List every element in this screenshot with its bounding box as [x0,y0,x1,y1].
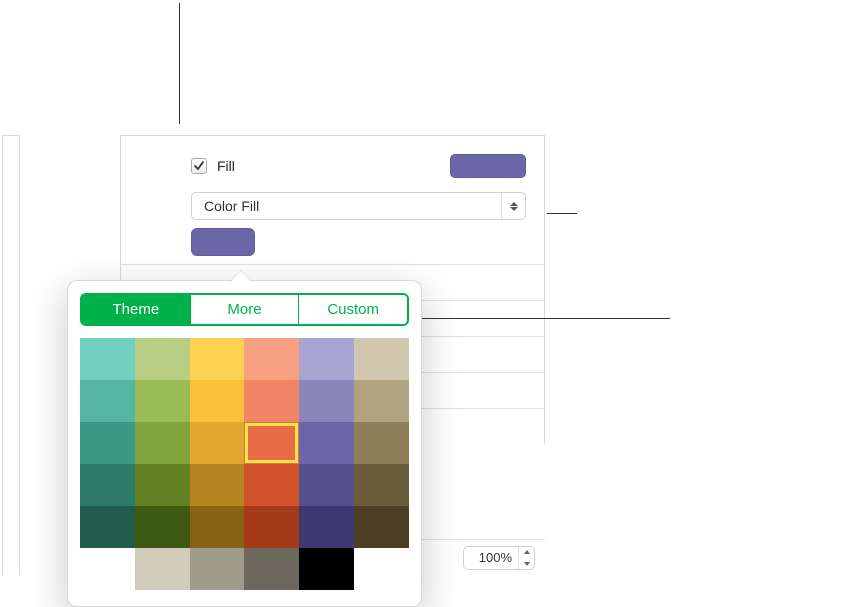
color-swatch[interactable] [135,548,190,590]
color-swatch[interactable] [135,506,190,548]
color-swatch[interactable] [190,506,245,548]
color-swatch[interactable] [190,464,245,506]
color-swatch[interactable] [190,422,245,464]
fill-row: Fill [121,136,544,186]
chevron-updown-icon [501,193,525,219]
color-swatch[interactable] [80,464,135,506]
color-popover: Theme More Custom [67,280,422,607]
fill-type-value: Color Fill [204,198,259,214]
color-swatch[interactable] [299,464,354,506]
color-swatch[interactable] [80,380,135,422]
fill-label: Fill [217,158,235,174]
color-popover-tabs: Theme More Custom [80,293,409,326]
tab-more[interactable]: More [190,295,299,324]
color-swatch[interactable] [244,464,299,506]
tab-custom[interactable]: Custom [298,295,407,324]
checkmark-icon [193,160,205,172]
color-swatch[interactable] [80,338,135,380]
color-swatch[interactable] [135,464,190,506]
color-swatch-grid [80,338,409,590]
color-swatch[interactable] [80,548,135,590]
color-swatch[interactable] [299,338,354,380]
callout-line [547,213,577,214]
zoom-stepper[interactable] [518,546,534,570]
color-swatch[interactable] [244,380,299,422]
color-swatch[interactable] [190,338,245,380]
color-swatch[interactable] [135,338,190,380]
color-swatch[interactable] [299,380,354,422]
color-swatch[interactable] [354,422,409,464]
scroll-gutter [2,135,20,575]
fill-checkbox[interactable] [191,158,207,174]
color-swatch[interactable] [135,422,190,464]
color-swatch[interactable] [244,422,299,464]
color-swatch[interactable] [190,380,245,422]
fill-type-dropdown[interactable]: Color Fill [191,192,526,220]
color-swatch[interactable] [299,506,354,548]
fill-preview-swatch[interactable] [450,154,526,178]
color-swatch[interactable] [354,380,409,422]
color-swatch[interactable] [190,548,245,590]
color-swatch[interactable] [354,338,409,380]
color-swatch[interactable] [299,548,354,590]
color-swatch[interactable] [299,422,354,464]
stepper-down-icon[interactable] [519,558,534,570]
fill-color-well[interactable] [191,228,255,256]
zoom-field[interactable]: 100% [463,546,535,570]
color-swatch[interactable] [354,506,409,548]
stepper-up-icon[interactable] [519,546,534,558]
color-swatch[interactable] [244,506,299,548]
callout-line [179,3,180,124]
tab-theme[interactable]: Theme [82,295,190,324]
color-swatch[interactable] [135,380,190,422]
zoom-value: 100% [464,550,518,565]
color-swatch[interactable] [80,506,135,548]
callout-line [420,318,670,319]
color-swatch[interactable] [354,464,409,506]
color-swatch[interactable] [244,548,299,590]
color-swatch[interactable] [80,422,135,464]
color-swatch[interactable] [244,338,299,380]
